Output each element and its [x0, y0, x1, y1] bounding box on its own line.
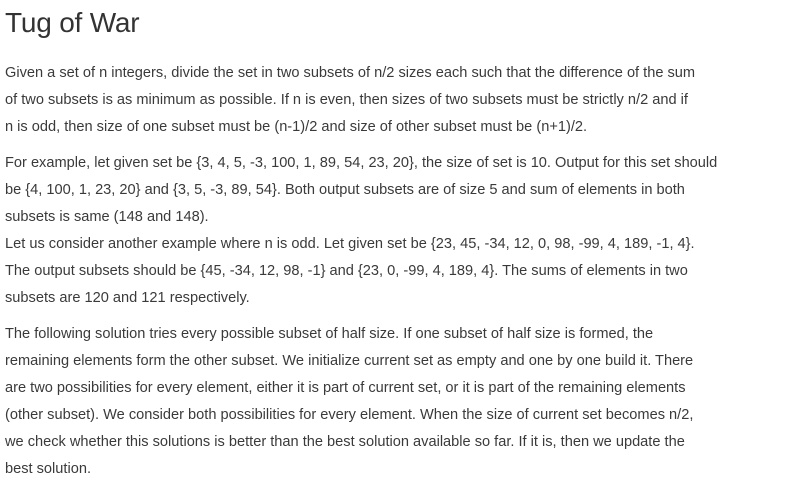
- article: Tug of War Given a set of n integers, di…: [0, 0, 785, 483]
- paragraph-problem-statement: Given a set of n integers, divide the se…: [5, 60, 785, 141]
- text-line: of two subsets is as minimum as possible…: [5, 92, 688, 108]
- text-line: subsets is same (148 and 148).: [5, 209, 209, 225]
- article-title: Tug of War: [5, 7, 140, 38]
- paragraph-even-example: For example, let given set be {3, 4, 5, …: [5, 150, 785, 231]
- text-line: (other subset). We consider both possibi…: [5, 407, 694, 423]
- text-line: n is odd, then size of one subset must b…: [5, 119, 588, 135]
- text-line: best solution.: [5, 461, 91, 477]
- text-line: Given a set of n integers, divide the se…: [5, 65, 696, 81]
- text-line: we check whether this solutions is bette…: [5, 434, 685, 450]
- text-line: remaining elements form the other subset…: [5, 353, 694, 369]
- paragraph-odd-example: Let us consider another example where n …: [5, 231, 785, 312]
- text-line: For example, let given set be {3, 4, 5, …: [5, 155, 718, 171]
- text-line: be {4, 100, 1, 23, 20} and {3, 5, -3, 89…: [5, 182, 685, 198]
- text-line: Let us consider another example where n …: [5, 236, 695, 252]
- text-line: are two possibilities for every element,…: [5, 380, 686, 396]
- text-line: subsets are 120 and 121 respectively.: [5, 290, 250, 306]
- paragraph-solution-approach: The following solution tries every possi…: [5, 321, 785, 483]
- text-line: The output subsets should be {45, -34, 1…: [5, 263, 688, 279]
- text-line: The following solution tries every possi…: [5, 326, 654, 342]
